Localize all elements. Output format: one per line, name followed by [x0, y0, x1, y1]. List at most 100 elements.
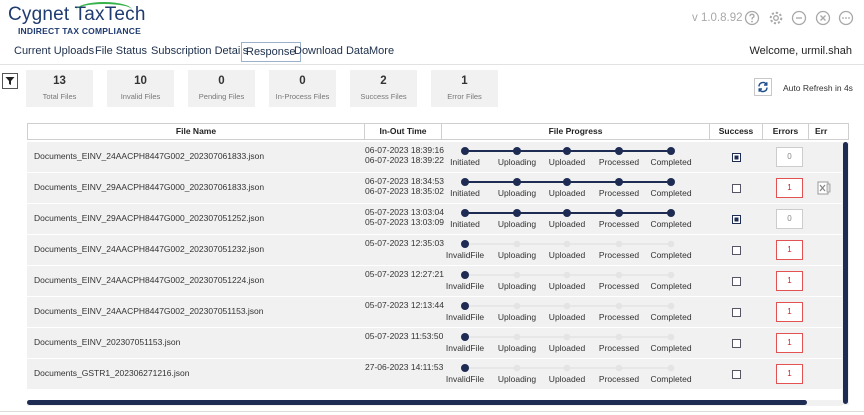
error-count-button[interactable]: 1 [776, 333, 803, 353]
progress-step-label: Completed [650, 157, 692, 167]
close-icon[interactable] [815, 10, 831, 26]
column-header-errors[interactable]: Errors [763, 124, 809, 139]
logo-subtitle: INDIRECT TAX COMPLIANCE [18, 26, 141, 36]
success-checkbox[interactable] [732, 184, 741, 193]
success-checkbox[interactable] [732, 246, 741, 255]
refresh-button[interactable] [754, 78, 772, 96]
error-count-button[interactable]: 1 [776, 271, 803, 291]
app-header: Cygnet TaxTech INDIRECT TAX COMPLIANCE v… [0, 0, 864, 40]
progress-step-dot [513, 178, 521, 186]
file-progress-stepper: Initiated Uploading Uploaded Processed Compl… [447, 142, 717, 173]
more-icon[interactable] [838, 10, 854, 26]
error-count-button[interactable]: 1 [776, 240, 803, 260]
progress-step-dot [513, 364, 521, 372]
settings-icon[interactable] [768, 10, 784, 26]
in-time-cell: 05-07-2023 13:03:04 [365, 207, 444, 217]
progress-step-label: Uploading [497, 343, 537, 353]
progress-step-label: InvalidFile [445, 250, 485, 260]
success-checkbox[interactable] [732, 277, 741, 286]
progress-step-dot [461, 271, 469, 279]
progress-step-dot [513, 302, 521, 310]
nav-subscription-details[interactable]: Subscription Details [151, 45, 248, 57]
error-count-button[interactable]: 1 [776, 302, 803, 322]
progress-step-label: Uploaded [548, 343, 586, 353]
progress-step-dot [615, 333, 623, 341]
in-time-cell: 05-07-2023 12:27:21 [365, 269, 444, 279]
error-count-button[interactable]: 0 [776, 209, 803, 229]
column-header-err[interactable]: Err [809, 124, 849, 139]
table-row[interactable]: Documents_EINV_24AACPH8447G002_202307061… [27, 142, 849, 173]
column-header-file-name[interactable]: File Name [28, 124, 365, 139]
progress-step-dot [461, 147, 469, 155]
bottom-divider [0, 411, 864, 412]
file-progress-stepper: InvalidFile Uploading Uploaded Processed Com… [445, 297, 717, 328]
progress-step-label: Uploaded [548, 281, 586, 291]
progress-step-dot [667, 178, 675, 186]
table-row[interactable]: Documents_EINV_24AACPH8447G002_202307051… [27, 266, 849, 297]
progress-step-dot [615, 364, 623, 372]
nav-file-status[interactable]: File Status [95, 45, 147, 57]
progress-step-label: Completed [650, 312, 692, 322]
progress-step-dot [461, 364, 469, 372]
progress-step-dot [461, 302, 469, 310]
progress-step-dot [615, 209, 623, 217]
progress-step-label: Uploaded [548, 157, 586, 167]
error-count-button[interactable]: 1 [776, 364, 803, 384]
progress-step-label: InvalidFile [445, 312, 485, 322]
file-progress-stepper: InvalidFile Uploading Uploaded Processed Com… [446, 359, 717, 390]
progress-step-label: Completed [650, 374, 692, 384]
table-row[interactable]: Documents_EINV_24AACPH8447G002_202307051… [27, 235, 849, 266]
progress-step-dot [461, 240, 469, 248]
error-count-button[interactable]: 1 [776, 178, 803, 198]
success-checkbox[interactable] [732, 215, 741, 224]
success-checkbox[interactable] [732, 370, 741, 379]
progress-step-label: Uploading [497, 219, 537, 229]
excel-download-icon[interactable] [817, 181, 831, 195]
error-count-button[interactable]: 0 [776, 147, 803, 167]
nav-more[interactable]: More [369, 45, 394, 57]
progress-step-dot [461, 178, 469, 186]
progress-step-label: Completed [650, 281, 692, 291]
stat-label: Invalid Files [120, 92, 161, 101]
stat-label: Success Files [360, 92, 407, 101]
filter-button[interactable] [2, 73, 18, 89]
table-row[interactable]: Documents_EINV_29AACPH8447G000_202307061… [27, 173, 849, 204]
progress-step-dot [513, 240, 521, 248]
stat-pending-files: 0 Pending Files [188, 70, 255, 107]
column-header-file-progress[interactable]: File Progress [442, 124, 710, 139]
progress-step-label: Uploaded [548, 219, 586, 229]
help-icon[interactable] [744, 10, 760, 26]
progress-step-dot [667, 240, 675, 248]
stat-value: 1 [461, 75, 468, 87]
progress-step-dot [667, 147, 675, 155]
success-checkbox[interactable] [732, 153, 741, 162]
file-name-cell: Documents_EINV_24AACPH8447G002_202307061… [34, 151, 265, 161]
file-progress-stepper: InvalidFile Uploading Uploaded Processed Com… [445, 235, 717, 266]
out-time-cell: 05-07-2023 13:03:09 [365, 217, 444, 227]
table-row[interactable]: Documents_EINV_24AACPH8447G002_202307051… [27, 297, 849, 328]
progress-step-label: Processed [598, 219, 640, 229]
in-time-cell: 06-07-2023 18:39:16 [365, 145, 444, 155]
progress-step-dot [563, 209, 571, 217]
progress-step-dot [667, 364, 675, 372]
stat-invalid-files: 10 Invalid Files [107, 70, 174, 107]
in-time-cell: 05-07-2023 12:35:03 [365, 238, 444, 248]
progress-step-dot [461, 209, 469, 217]
minimize-icon[interactable] [791, 10, 807, 26]
stat-value: 0 [299, 75, 306, 87]
column-header-success[interactable]: Success [710, 124, 763, 139]
table-row[interactable]: Documents_EINV_202307051153.json 05-07-20… [27, 328, 849, 359]
out-time-cell: 06-07-2023 18:35:02 [365, 186, 444, 196]
nav-response[interactable]: Response [241, 42, 301, 62]
progress-step-label: Processed [598, 281, 640, 291]
vertical-scrollbar-thumb[interactable] [843, 142, 848, 404]
success-checkbox[interactable] [732, 339, 741, 348]
column-header-in-out-time[interactable]: In-Out Time [365, 124, 442, 139]
horizontal-scrollbar-thumb[interactable] [27, 400, 807, 405]
nav-download-data[interactable]: Download Data [294, 45, 369, 57]
nav-current-uploads[interactable]: Current Uploads [14, 45, 94, 57]
success-checkbox[interactable] [732, 308, 741, 317]
table-row[interactable]: Documents_GSTR1_202306271216.json 27-06-2… [27, 359, 849, 390]
table-header: File Name In-Out Time File Progress Succ… [27, 123, 849, 140]
table-row[interactable]: Documents_EINV_29AACPH8447G000_202307051… [27, 204, 849, 235]
